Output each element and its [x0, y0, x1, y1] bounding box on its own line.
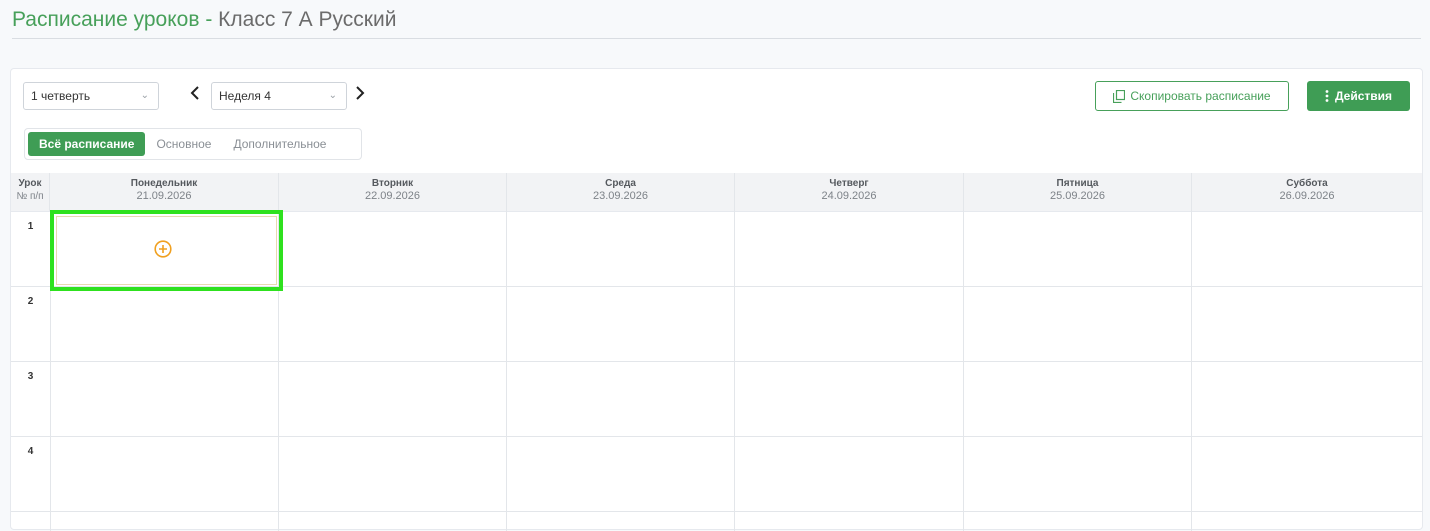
day-header-saturday: Суббота 26.09.2026	[1192, 173, 1422, 211]
grid-row-divider	[11, 511, 1422, 512]
day-name: Вторник	[371, 178, 414, 189]
chevron-down-icon: ⌄	[328, 90, 337, 101]
day-header-wednesday: Среда 23.09.2026	[507, 173, 735, 211]
day-name: Пятница	[1056, 178, 1099, 189]
lesson-number-header: Урок № п/п	[11, 173, 50, 211]
chevron-right-icon	[356, 86, 365, 100]
tab-all-schedule[interactable]: Всё расписание	[28, 132, 146, 156]
chevron-left-icon	[190, 86, 199, 100]
grid-divider	[963, 211, 964, 531]
page-title: Расписание уроков - Класс 7 А Русский	[12, 6, 396, 34]
day-header-thursday: Четверг 24.09.2026	[735, 173, 964, 211]
grid-divider	[1191, 211, 1192, 531]
copy-schedule-button[interactable]: Скопировать расписание	[1095, 81, 1289, 111]
day-date: 23.09.2026	[592, 190, 649, 202]
kebab-vertical-icon	[1325, 90, 1329, 102]
next-week-button[interactable]	[354, 82, 366, 108]
quarter-select[interactable]: 1 четверть ⌄	[23, 82, 159, 110]
lesson-number: 2	[27, 296, 34, 307]
day-name: Суббота	[1286, 178, 1328, 189]
grid-divider	[506, 211, 507, 531]
copy-icon	[1113, 89, 1126, 103]
schedule-type-tabs: Всё расписание Основное Дополнительное	[24, 128, 362, 160]
lesson-number: 1	[27, 221, 34, 232]
grid-divider	[734, 211, 735, 531]
day-date: 25.09.2026	[1049, 190, 1106, 202]
chevron-down-icon: ⌄	[140, 90, 149, 101]
quarter-select-value: 1 четверть	[31, 89, 91, 103]
page-title-main: Расписание уроков	[12, 8, 200, 31]
day-name: Среда	[605, 178, 636, 189]
plus-circle-icon[interactable]	[154, 240, 172, 258]
tab-additional[interactable]: Дополнительное	[222, 132, 337, 156]
copy-schedule-label: Скопировать расписание	[1130, 89, 1271, 103]
week-select-value: Неделя 4	[219, 89, 271, 103]
schedule-card: 1 четверть ⌄ Неделя 4 ⌄ Скопировать расп…	[10, 68, 1423, 531]
page-title-class: Класс 7 А Русский	[218, 8, 397, 31]
grid-row-divider	[11, 436, 1422, 437]
add-lesson-slot[interactable]	[50, 210, 283, 291]
day-date: 26.09.2026	[1279, 190, 1335, 202]
lesson-number: 3	[27, 371, 34, 382]
tab-main[interactable]: Основное	[145, 132, 222, 156]
lesson-number: 4	[27, 446, 34, 457]
grid-row-divider	[11, 361, 1422, 362]
page-title-separator: -	[199, 8, 219, 31]
grid-header: Урок № п/п Понедельник 21.09.2026 Вторни…	[11, 173, 1422, 212]
day-header-monday: Понедельник 21.09.2026	[50, 173, 279, 211]
actions-button[interactable]: Действия	[1307, 81, 1410, 111]
day-name: Понедельник	[130, 178, 198, 189]
lesson-header-line2: № п/п	[16, 191, 44, 202]
actions-label: Действия	[1334, 89, 1393, 103]
day-date: 22.09.2026	[364, 190, 421, 202]
lesson-header-line1: Урок	[18, 178, 42, 189]
day-date: 21.09.2026	[136, 190, 192, 202]
day-name: Четверг	[829, 178, 869, 189]
day-header-tuesday: Вторник 22.09.2026	[279, 173, 507, 211]
title-divider	[12, 38, 1421, 39]
add-lesson-cell[interactable]	[56, 216, 277, 285]
prev-week-button[interactable]	[189, 82, 201, 108]
day-date: 24.09.2026	[821, 190, 877, 202]
week-select[interactable]: Неделя 4 ⌄	[211, 82, 347, 110]
day-header-friday: Пятница 25.09.2026	[964, 173, 1192, 211]
